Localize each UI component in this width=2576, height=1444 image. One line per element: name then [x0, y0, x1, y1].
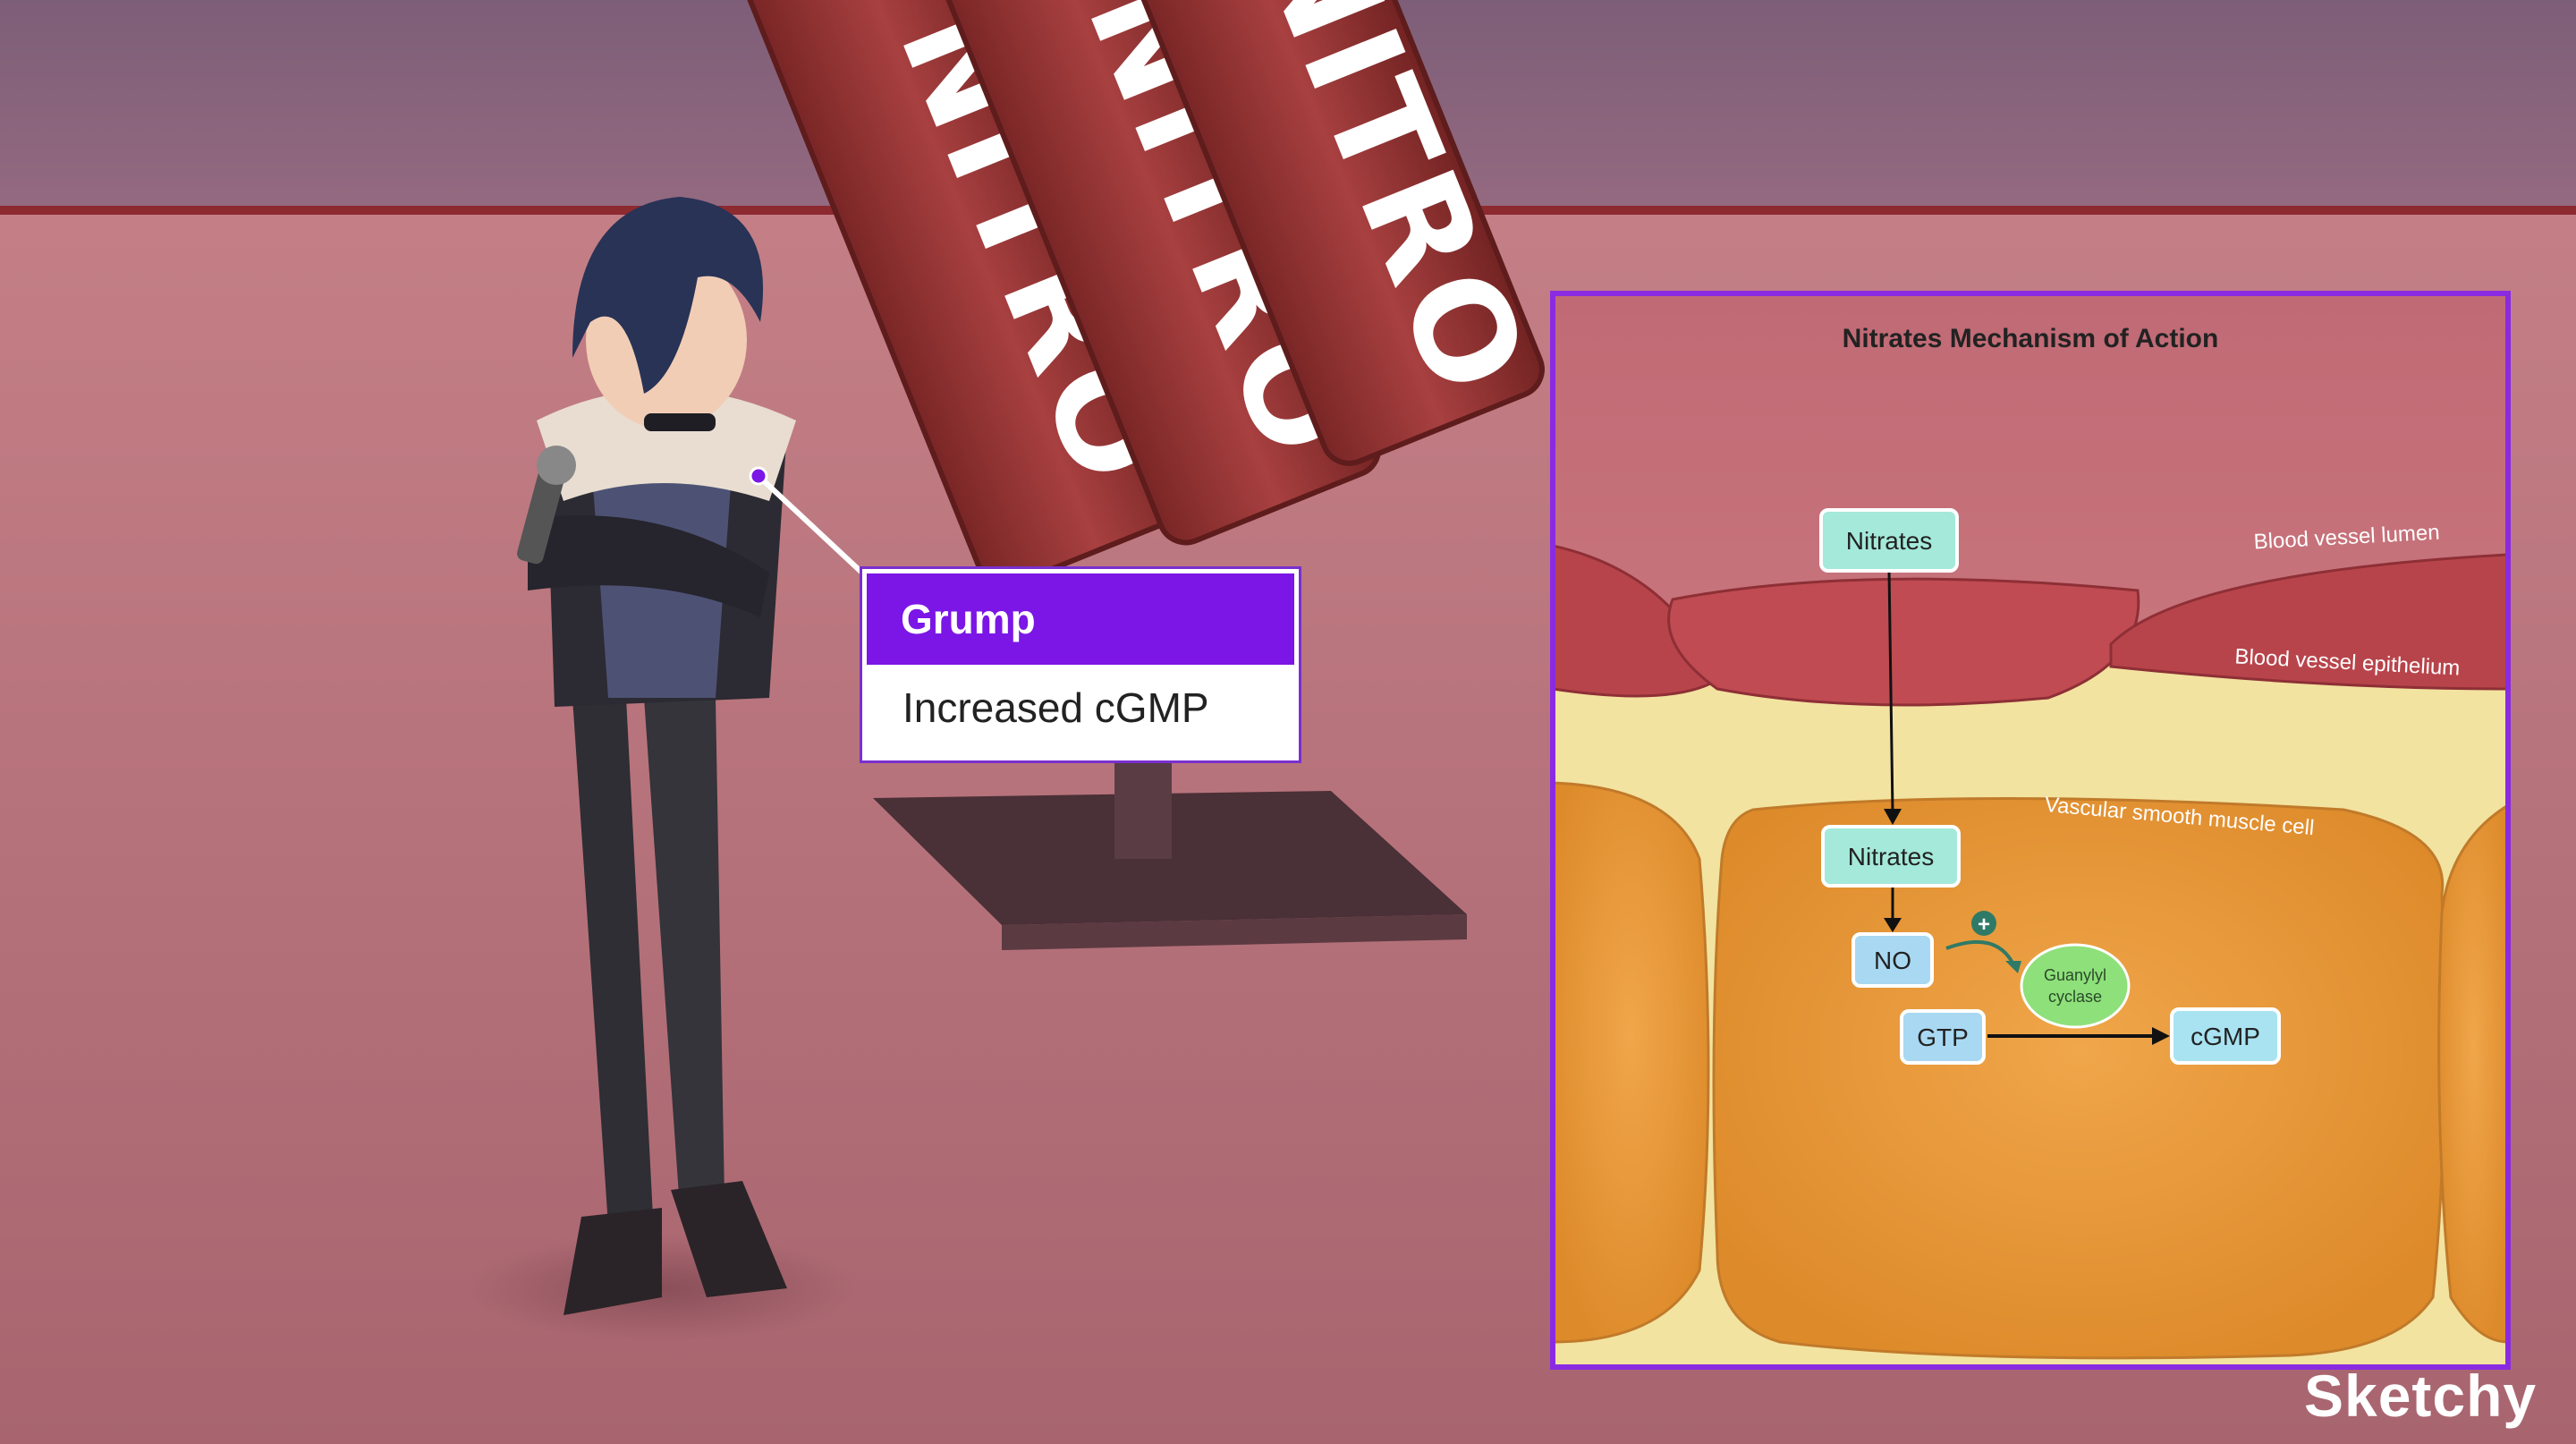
node-nitrates-inner: Nitrates — [1821, 825, 1961, 888]
mechanism-panel — [1550, 291, 2511, 1370]
svg-text:GTP: GTP — [1917, 1024, 1969, 1051]
svg-text:Guanylyl: Guanylyl — [2044, 966, 2106, 984]
node-guanylyl-cyclase: Guanylyl cyclase — [2020, 943, 2131, 1029]
node-nitrates-outer: Nitrates — [1819, 508, 1959, 573]
node-gtp: GTP — [1900, 1009, 1986, 1065]
svg-text:Nitrates: Nitrates — [1846, 527, 1932, 555]
panel-title: Nitrates Mechanism of Action — [1842, 324, 2219, 353]
brand-logo: Sketchy — [2304, 1363, 2538, 1429]
svg-text:cGMP: cGMP — [2190, 1023, 2260, 1050]
character-callout: Grump Increased cGMP — [862, 569, 1299, 760]
svg-text:Nitrates: Nitrates — [1848, 843, 1934, 871]
callout-subtitle: Increased cGMP — [867, 665, 1294, 756]
sign-stand-pole — [1114, 752, 1172, 859]
svg-text:+: + — [1978, 913, 1990, 937]
callout-pointer-dot — [749, 466, 768, 486]
svg-text:NO: NO — [1874, 947, 1911, 974]
node-no: NO — [1852, 932, 1934, 988]
svg-text:cyclase: cyclase — [2048, 988, 2102, 1006]
callout-title: Grump — [867, 573, 1294, 665]
node-cgmp: cGMP — [2170, 1007, 2281, 1065]
